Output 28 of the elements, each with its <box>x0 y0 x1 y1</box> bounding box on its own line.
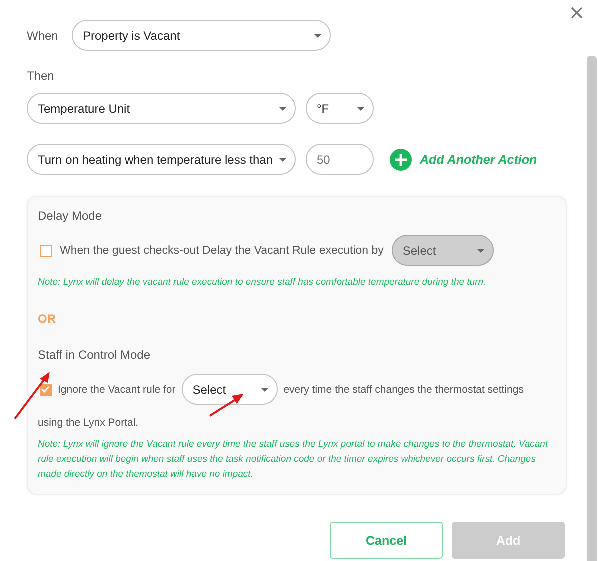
plus-icon <box>390 148 412 170</box>
when-label: When <box>27 28 60 42</box>
caret-icon <box>314 34 322 38</box>
caret-icon <box>279 158 287 162</box>
scrollbar[interactable] <box>587 56 597 561</box>
caret-icon <box>476 248 485 252</box>
close-icon[interactable] <box>571 7 583 19</box>
then-label: Then <box>27 69 54 83</box>
option-text: using the Lynx Portal. <box>38 417 139 429</box>
temperature-input[interactable]: 50 <box>306 144 374 175</box>
section-title: Staff in Control Mode <box>38 348 152 362</box>
option-text: every time the staff changes the thermostat settings <box>284 384 524 396</box>
option-text: When the guest checks-out Delay the Vacant Rule execution by <box>60 244 384 256</box>
dropdown[interactable]: Property is Vacant <box>72 20 331 51</box>
option-text: Ignore the Vacant rule for <box>58 384 176 396</box>
or-label: OR <box>38 312 57 326</box>
dropdown[interactable]: Temperature Unit <box>27 93 296 124</box>
note-text: Note: Lynx will ignore the Vacant rule every time the staff uses the Lynx portal to make changes to the thermostat. Vacant rule execution will begin when staff uses the task notification code or the timer expires whichever occurs first. Changes made directly on the themostat will have no impact. <box>38 438 550 482</box>
caret-icon <box>279 106 287 110</box>
dropdown[interactable]: Turn on heating when temperature less than <box>27 144 296 175</box>
caret-icon <box>260 388 269 392</box>
section-title: Delay Mode <box>38 209 104 223</box>
caret-icon <box>357 106 365 110</box>
note-text: Note: Lynx will delay the vacant rule execution to ensure staff has comfortable temperature during the turn. <box>38 276 488 290</box>
checkbox[interactable] <box>40 244 52 256</box>
dropdown[interactable]: °F <box>306 93 374 124</box>
dropdown[interactable]: Select <box>182 374 278 405</box>
checkbox[interactable] <box>40 384 52 396</box>
